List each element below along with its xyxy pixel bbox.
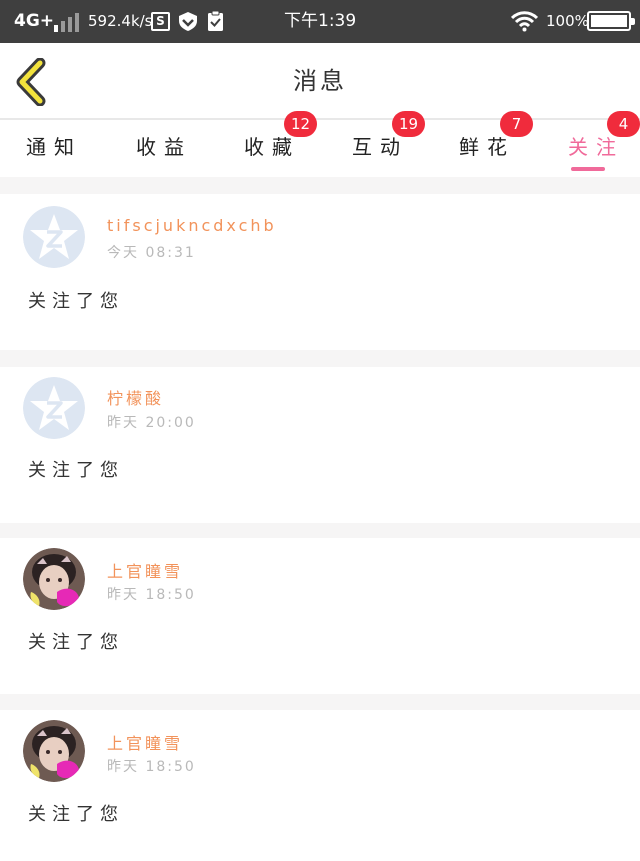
battery-icon: [587, 11, 635, 31]
clock: 下午1:39: [284, 11, 357, 31]
user-name[interactable]: 柠檬酸: [107, 385, 164, 409]
tab-flowers[interactable]: 鲜花 7: [453, 111, 537, 177]
signal-strength-icon: [54, 13, 79, 32]
message-time: 昨天 18:50: [107, 587, 196, 603]
unread-badge: 4: [607, 111, 640, 137]
shield-icon: [179, 12, 197, 31]
user-name[interactable]: tifscjukncdxchb: [107, 216, 277, 235]
message-time: 今天 08:31: [107, 245, 196, 261]
unread-badge: 7: [500, 111, 533, 137]
tab-favorites[interactable]: 收藏 12: [238, 111, 322, 177]
tab-bar: 通知 收益 收藏 12 互动 19 鲜花 7 关注 4: [0, 111, 640, 177]
status-bar: 4G+ 592.4k/s S 下午1:39 100%: [0, 0, 640, 43]
tab-label: 通知: [26, 135, 82, 159]
network-type: 4G+: [14, 11, 55, 31]
network-speed: 592.4k/s: [88, 12, 153, 30]
qq-default-avatar-icon[interactable]: [23, 206, 85, 268]
tab-earnings[interactable]: 收益: [130, 120, 202, 177]
user-name[interactable]: 上官瞳雪: [107, 730, 183, 754]
page-title: 消息: [293, 67, 347, 95]
active-tab-indicator: [571, 167, 605, 171]
unread-badge: 19: [392, 111, 426, 137]
tab-label: 收益: [136, 135, 192, 159]
battery-percent: 100%: [546, 12, 589, 30]
message-time: 昨天 20:00: [107, 415, 196, 431]
tab-notifications[interactable]: 通知: [20, 120, 92, 177]
message-text: 关注了您: [28, 460, 124, 481]
list-item[interactable]: 上官瞳雪 昨天 18:50 关注了您: [0, 710, 640, 861]
tab-interactions[interactable]: 互动 19: [346, 111, 430, 177]
message-text: 关注了您: [28, 804, 124, 825]
message-text: 关注了您: [28, 632, 124, 653]
clipboard-check-icon: [208, 10, 223, 31]
battery-level-fill: [591, 15, 627, 27]
wifi-icon: [511, 11, 538, 32]
message-text: 关注了您: [28, 291, 124, 312]
list-item[interactable]: tifscjukncdxchb 今天 08:31 关注了您: [0, 194, 640, 350]
user-photo-avatar[interactable]: [23, 720, 85, 782]
unread-badge: 12: [284, 111, 318, 137]
qq-default-avatar-icon[interactable]: [23, 377, 85, 439]
header-bar: 消息: [0, 43, 640, 119]
list-item[interactable]: 柠檬酸 昨天 20:00 关注了您: [0, 367, 640, 523]
user-name[interactable]: 上官瞳雪: [107, 558, 183, 582]
list-item[interactable]: 上官瞳雪 昨天 18:50 关注了您: [0, 538, 640, 694]
s-app-icon: S: [151, 12, 170, 31]
user-photo-avatar[interactable]: [23, 548, 85, 610]
message-time: 昨天 18:50: [107, 759, 196, 775]
